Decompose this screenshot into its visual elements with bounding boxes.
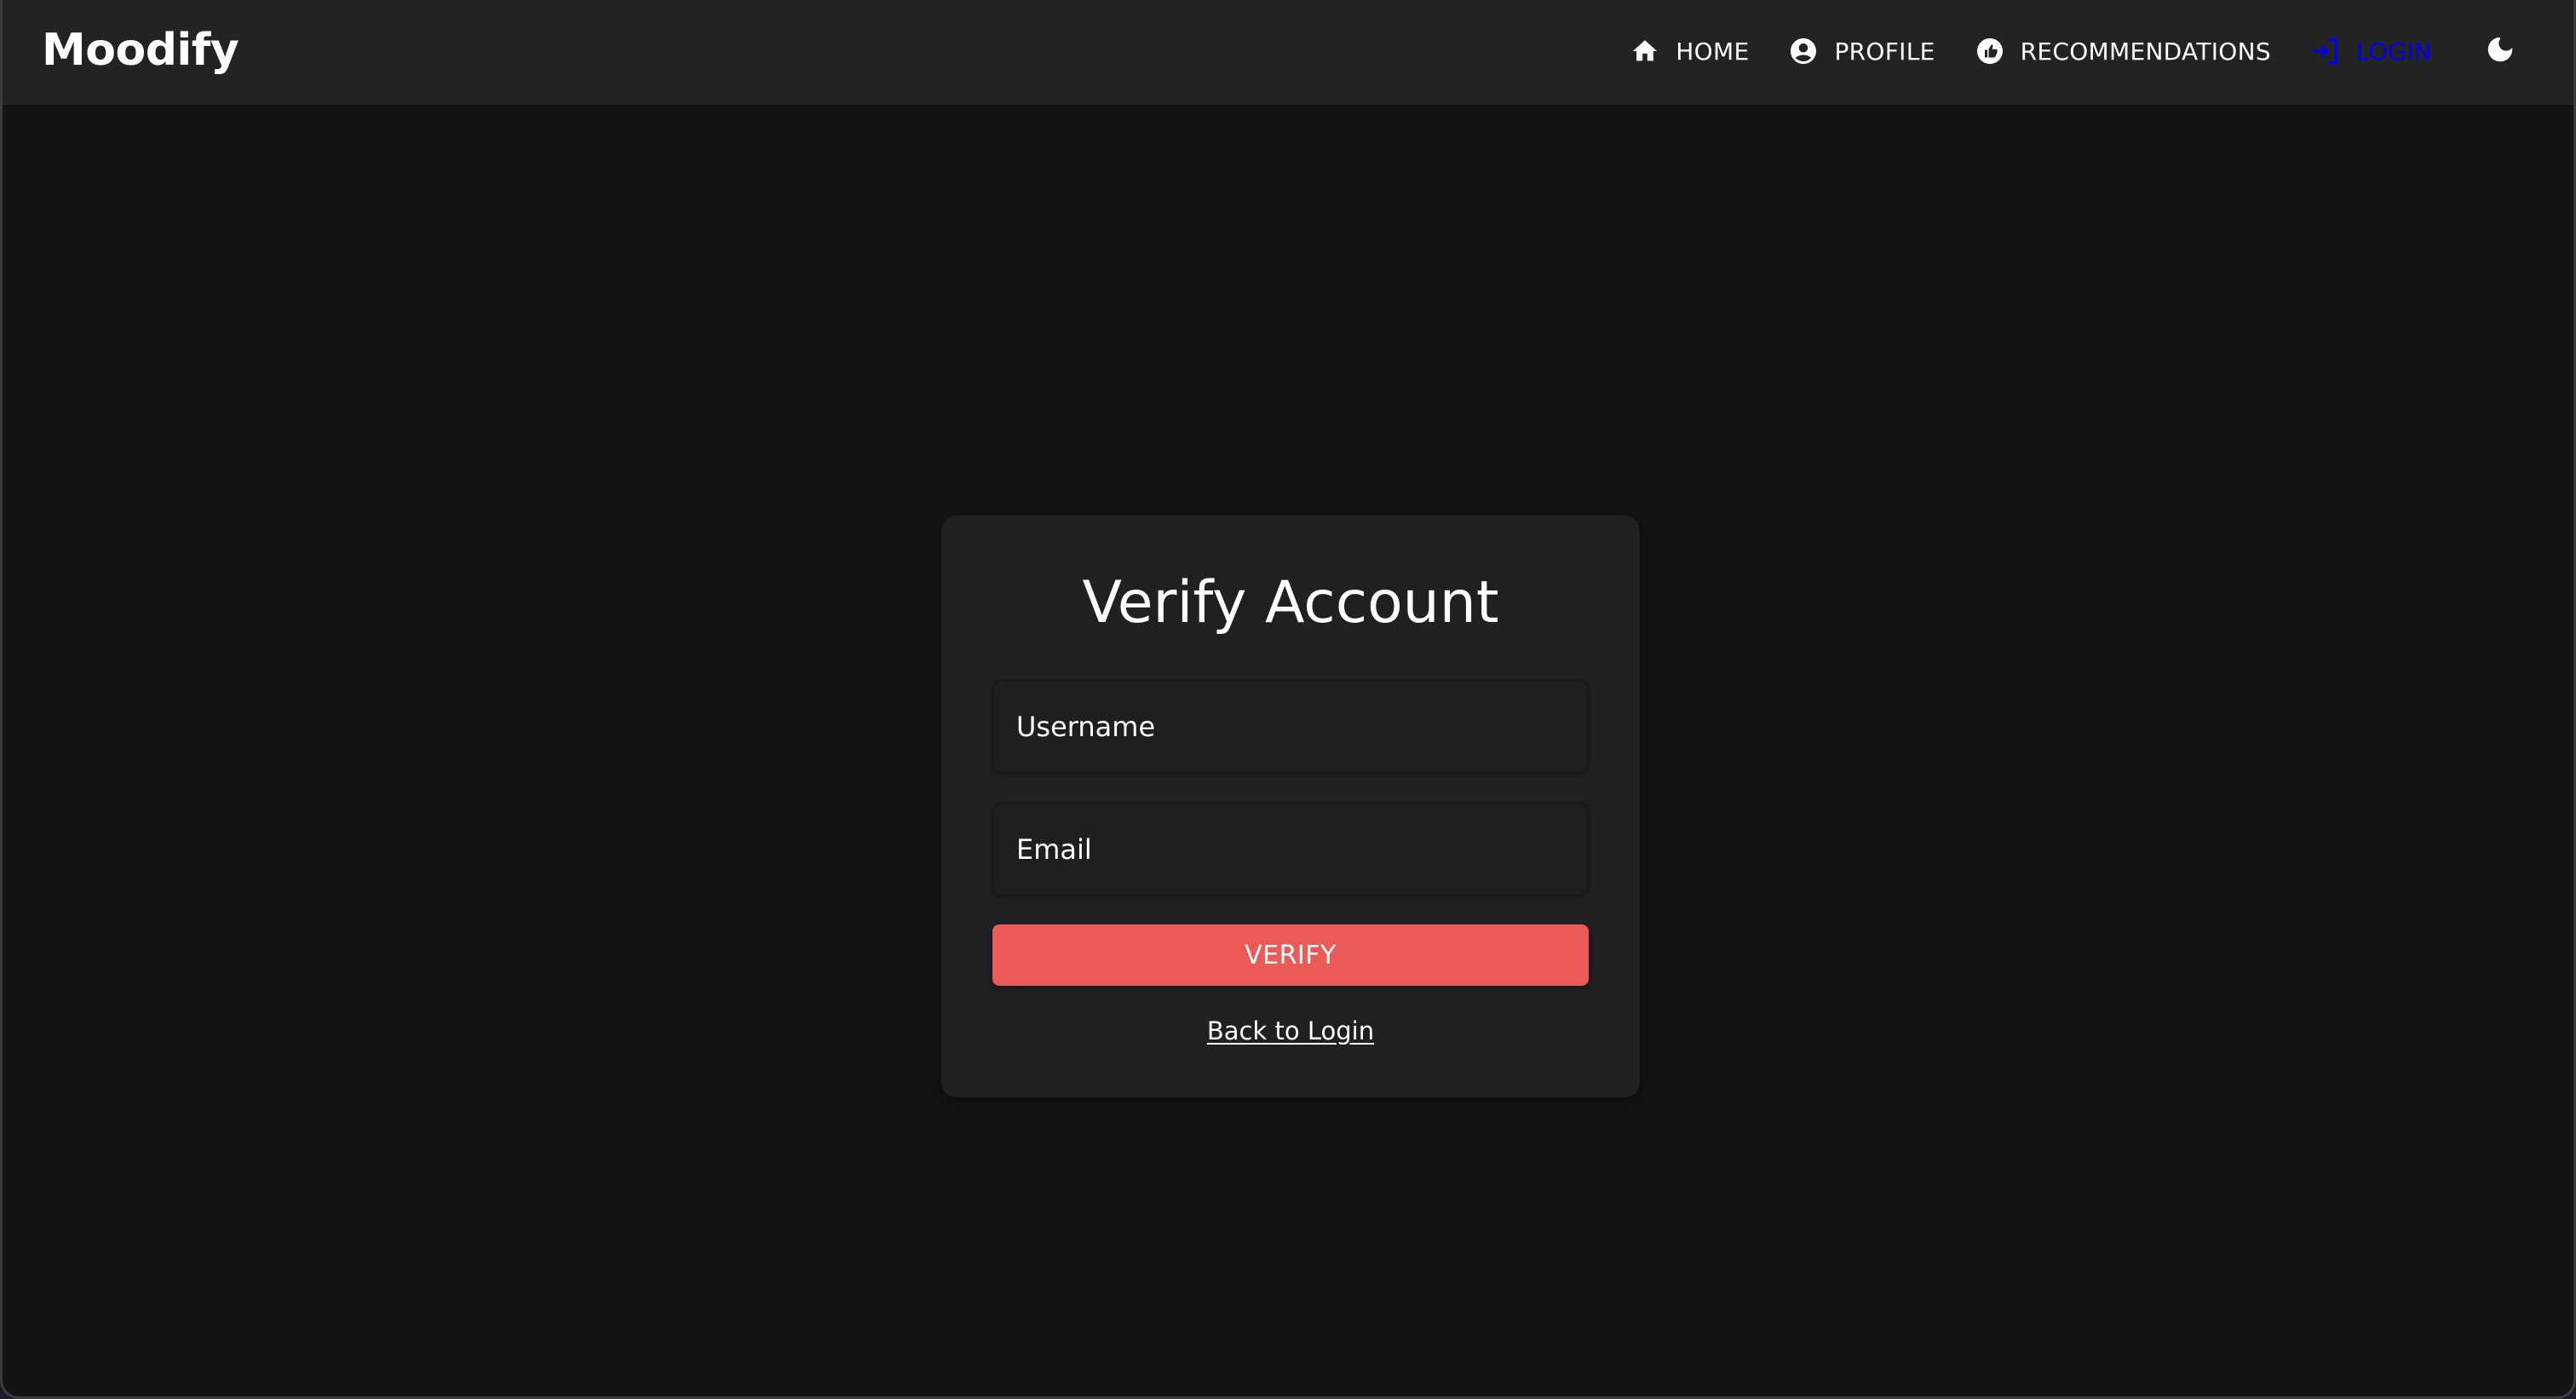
nav-item-profile-label: PROFILE: [1834, 37, 1935, 66]
theme-toggle-button[interactable]: [2483, 34, 2517, 68]
nav-item-login-label: LOGIN: [2355, 37, 2432, 66]
page-title: Verify Account: [1082, 569, 1499, 636]
app-window: Moodify HOME PROFILE RECOMMENDATIONS LOG…: [0, 0, 2576, 1399]
nav-item-recommendations-label: RECOMMENDATIONS: [2020, 37, 2271, 66]
nav-menu: HOME PROFILE RECOMMENDATIONS LOGIN: [1630, 0, 2573, 102]
verify-account-card: Verify Account VERIFY Back to Login: [941, 515, 1640, 1097]
nav-item-profile[interactable]: PROFILE: [1788, 36, 1935, 66]
nav-item-home-label: HOME: [1676, 37, 1750, 66]
nav-item-recommendations[interactable]: RECOMMENDATIONS: [1975, 36, 2271, 66]
login-icon: [2310, 36, 2341, 66]
account-circle-icon: [1788, 36, 1819, 66]
verify-button[interactable]: VERIFY: [992, 924, 1589, 986]
back-to-login-link[interactable]: Back to Login: [1207, 1016, 1374, 1045]
home-icon: [1630, 36, 1660, 66]
nav-item-login[interactable]: LOGIN: [2310, 36, 2432, 66]
username-input[interactable]: [992, 680, 1589, 773]
back-link-container: Back to Login: [941, 1014, 1640, 1048]
navbar: Moodify HOME PROFILE RECOMMENDATIONS LOG…: [3, 0, 2573, 105]
thumb-up-icon: [1975, 36, 2005, 66]
email-input[interactable]: [992, 803, 1589, 895]
moon-icon: [2484, 33, 2516, 69]
nav-item-home[interactable]: HOME: [1630, 36, 1749, 66]
brand-logo[interactable]: Moodify: [42, 20, 239, 80]
